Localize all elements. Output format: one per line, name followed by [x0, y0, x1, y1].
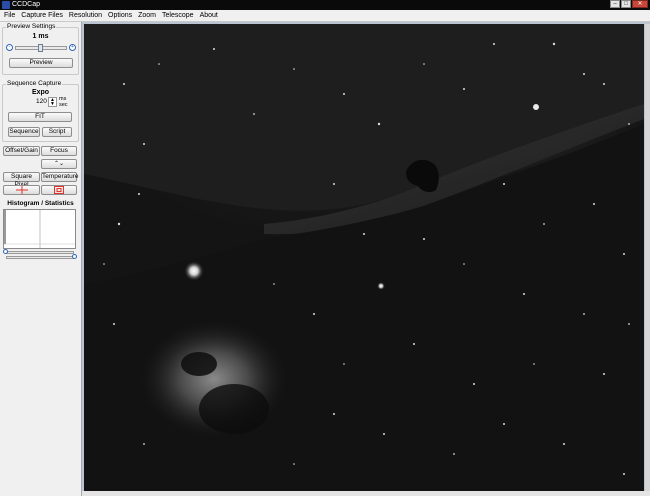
- histogram-min-handle[interactable]: [3, 249, 8, 254]
- menu-capture-files[interactable]: Capture Files: [18, 10, 66, 21]
- expo-spinner[interactable]: ▲ ▼: [48, 97, 57, 107]
- preview-exposure-value: 1 ms: [32, 33, 49, 40]
- camera-image-view[interactable]: [84, 24, 644, 491]
- crosshair-icon: [15, 186, 28, 194]
- histogram-max-handle[interactable]: [72, 254, 77, 259]
- square-pixel-button[interactable]: Square Pixel: [3, 172, 40, 188]
- nebula-image: [84, 24, 644, 491]
- sequence-capture-legend: Sequence Capture: [6, 80, 63, 88]
- menu-zoom[interactable]: Zoom: [135, 10, 159, 21]
- preview-settings-legend: Preview Settings: [6, 23, 57, 31]
- menu-options[interactable]: Options: [105, 10, 135, 21]
- histogram-min-slider[interactable]: [6, 251, 74, 254]
- image-scroll-edge: [645, 24, 650, 491]
- exposure-increase-button[interactable]: +: [69, 44, 76, 51]
- window-controls: – □ ✕: [609, 0, 648, 9]
- fit-button[interactable]: FIT: [8, 112, 72, 122]
- temperature-button[interactable]: Temperature: [41, 172, 79, 182]
- menu-telescope[interactable]: Telescope: [159, 10, 197, 21]
- preview-slider-thumb[interactable]: [38, 44, 43, 52]
- app-icon: [2, 1, 10, 9]
- exposure-decrease-button[interactable]: -: [6, 44, 13, 51]
- minimize-button[interactable]: –: [610, 0, 620, 8]
- histogram-graph: [4, 210, 75, 248]
- title-bar: CCDCap – □ ✕: [0, 0, 650, 10]
- maximize-button[interactable]: □: [621, 0, 631, 8]
- preview-settings-group: Preview Settings 1 ms - + Preview: [2, 23, 79, 75]
- window-title: CCDCap: [12, 1, 41, 8]
- menu-resolution[interactable]: Resolution: [66, 10, 105, 21]
- histogram-title: Histogram / Statistics: [7, 200, 74, 207]
- sequence-capture-group: Sequence Capture Expo 120 ▲ ▼ ms sec FIT …: [2, 80, 79, 142]
- expo-value[interactable]: 120: [36, 98, 47, 105]
- preview-button[interactable]: Preview: [9, 58, 73, 68]
- offset-gain-button[interactable]: Offset/Gain: [3, 146, 40, 156]
- menu-file[interactable]: File: [0, 10, 18, 21]
- crosshair-button[interactable]: [3, 185, 40, 195]
- collapse-toggle-button[interactable]: ⌃⌄: [41, 159, 77, 169]
- status-strip: [82, 491, 650, 496]
- control-panel: Preview Settings 1 ms - + Preview Sequen…: [0, 22, 82, 496]
- focus-button[interactable]: Focus: [41, 146, 77, 156]
- unit-sec-option[interactable]: sec: [59, 102, 68, 108]
- sequence-button[interactable]: Sequence: [8, 127, 40, 137]
- menu-about[interactable]: About: [197, 10, 221, 21]
- close-button[interactable]: ✕: [632, 0, 648, 8]
- menu-bar: File Capture Files Resolution Options Zo…: [0, 10, 650, 22]
- double-chevron-icon: ⌃⌄: [53, 161, 65, 167]
- frame-icon: [54, 186, 64, 194]
- frame-button[interactable]: [41, 185, 77, 195]
- script-button[interactable]: Script: [42, 127, 72, 137]
- histogram-max-slider[interactable]: [6, 256, 74, 259]
- histogram-plot: [3, 209, 76, 249]
- expo-label: Expo: [31, 89, 50, 96]
